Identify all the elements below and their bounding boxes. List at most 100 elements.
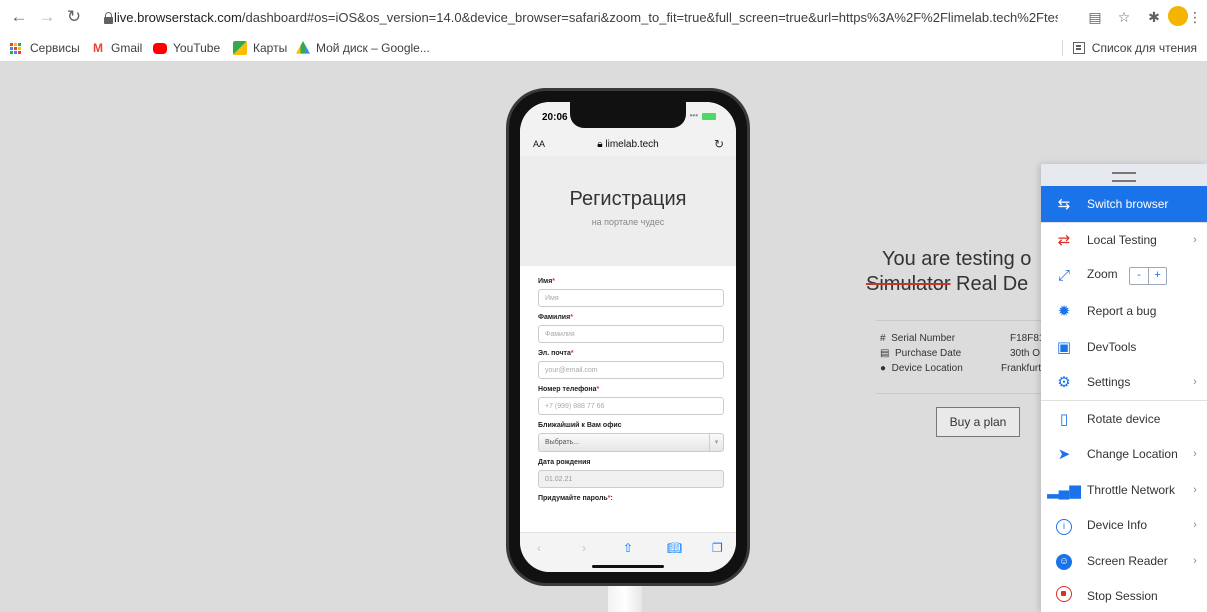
menu-kebab-icon[interactable]: ⋮ [1186,8,1204,26]
buy-plan-button[interactable]: Buy a plan [936,407,1020,437]
panel-drag-handle[interactable] [1041,164,1207,186]
menu-device-info[interactable]: i Device Info › [1041,508,1207,544]
bookmarks-divider [1061,40,1063,56]
info-icon: i [1056,518,1072,535]
bookmark-label: Мой диск – Google... [316,41,430,55]
testing-heading: You are testing o [882,248,1032,270]
field-last-name: Фамилия* Фамилия [538,314,724,343]
menu-stop-session[interactable]: Stop Session [1041,579,1207,612]
location-arrow-icon: ➤ [1057,446,1071,464]
chevron-right-icon: › [1193,234,1197,247]
device-screen[interactable]: 20:06 ••• AA 🔒︎ limelab.tech ↻ Регистрац… [520,102,736,572]
menu-label: Throttle Network [1087,482,1176,497]
office-select[interactable]: Выбрать... ▾ [538,433,724,452]
last-name-input[interactable]: Фамилия [538,325,724,343]
bookmark-drive[interactable]: Мой диск – Google... [296,40,430,56]
apps-grid-icon [10,41,24,55]
safari-reload-icon[interactable]: ↻ [714,137,724,151]
menu-label: Change Location [1087,447,1178,462]
simulator-strike: Simulator [866,273,951,295]
bookmark-label: Gmail [111,41,143,55]
bookmarks-bar: Сервисы M Gmail YouTube Карты Мой диск –… [0,34,1207,62]
phone-input[interactable]: +7 (999) 888 77 66 [538,397,724,415]
chevron-down-icon: ▾ [709,434,723,451]
youtube-icon [153,42,167,54]
field-office: Ближайший к Вам офис Выбрать... ▾ [538,422,724,452]
menu-label: Device Info [1087,518,1148,533]
page-title: Регистрация [569,188,687,210]
bug-icon: ✹ [1057,303,1071,321]
url-host: live.browserstack.com [114,10,242,25]
drive-icon [296,41,310,54]
bookmark-youtube[interactable]: YouTube [153,40,220,56]
share-icon[interactable]: ⇧ [623,541,633,555]
email-input[interactable]: your@email.com [538,361,724,379]
location-pin-icon: ● [880,363,887,374]
profile-avatar[interactable] [1168,6,1188,26]
registration-hero: Регистрация на портале чудес [520,156,736,266]
bookmark-label: Сервисы [30,41,80,55]
menu-label: Switch browser [1087,196,1169,211]
extensions-icon[interactable]: ✱ [1145,8,1163,26]
bookmark-services[interactable]: Сервисы [10,40,80,56]
menu-label: Stop Session [1087,589,1158,604]
safari-url[interactable]: 🔒︎ limelab.tech [520,139,736,150]
menu-label: Settings [1087,375,1131,390]
info-divider-bottom [876,393,1046,394]
info-icon-wrap: i [1041,516,1087,535]
tabs-icon[interactable]: ❐ [712,541,723,555]
reload-icon[interactable]: ↻ [64,7,84,27]
menu-throttle-network[interactable]: ▂▄▆ Throttle Network › [1041,472,1207,508]
field-label: Имя* [538,278,556,285]
back-arrow-icon[interactable]: ← [9,7,29,27]
menu-report-bug[interactable]: ✹ Report a bug [1041,294,1207,330]
bookmark-star-icon[interactable]: ☆ [1115,8,1133,26]
device-notch [570,102,686,128]
reading-list[interactable]: Список для чтения [1061,40,1197,56]
chevron-right-icon: › [1193,554,1197,567]
menu-label: Rotate device [1087,411,1161,426]
battery-icon [702,113,716,120]
bookmark-maps[interactable]: Карты [233,40,287,56]
accessibility-icon-wrap: ☺ [1041,551,1087,571]
page-subtitle: на портале чудес [591,217,665,227]
calendar-icon: ▤ [880,348,890,359]
toolbar-panel: ⇆ Switch browser ⇄ Local Testing › ⤢ Zoo… [1041,164,1207,612]
info-value: 30th O [1010,348,1041,359]
birthdate-input[interactable]: 01.02.21 [538,470,724,488]
menu-settings[interactable]: ⚙ Settings › [1041,365,1207,401]
address-bar[interactable]: live.browserstack.com/dashboard#os=iOS&o… [96,5,1058,30]
testing-subheading: Simulator Real De [866,273,1028,296]
safari-back-icon[interactable]: ‹ [537,541,541,555]
menu-change-location[interactable]: ➤ Change Location › [1041,437,1207,473]
info-divider-top [876,320,1046,321]
chevron-right-icon: › [1193,376,1197,389]
gmail-icon: M [91,41,105,55]
translate-icon[interactable]: ▤ [1086,8,1104,26]
first-name-input[interactable]: Имя [538,289,724,307]
info-label: Purchase Date [895,348,962,359]
menu-screen-reader[interactable]: ☺ Screen Reader › [1041,543,1207,579]
menu-label: Zoom - + [1087,266,1207,285]
field-birthdate: Дата рождения 01.02.21 [538,459,724,488]
menu-local-testing[interactable]: ⇄ Local Testing › [1041,223,1207,259]
field-phone: Номер телефона* +7 (999) 888 77 66 [538,386,724,415]
registration-form: Имя* Имя Фамилия* Фамилия Эл. почта* you… [538,278,724,509]
menu-switch-browser[interactable]: ⇆ Switch browser [1041,186,1207,222]
forward-arrow-icon[interactable]: → [37,7,57,27]
status-time: 20:06 [542,112,568,123]
menu-label: DevTools [1087,339,1137,354]
field-label: Номер телефона* [538,386,600,393]
zoom-in-button[interactable]: + [1148,267,1166,284]
safari-forward-icon[interactable]: › [582,541,586,555]
menu-devtools[interactable]: ▣ DevTools [1041,329,1207,365]
bookmark-gmail[interactable]: M Gmail [91,40,142,56]
bookmark-label: YouTube [173,41,221,55]
zoom-out-button[interactable]: - [1130,268,1148,284]
bookmarks-book-icon[interactable]: 📖︎ [667,541,682,555]
info-value: F18F81 [1010,333,1045,344]
safari-host: limelab.tech [605,139,659,150]
field-password: Придумайте пароль*: [538,495,724,502]
safari-address-bar[interactable]: AA 🔒︎ limelab.tech ↻ [520,132,736,156]
menu-rotate-device[interactable]: ▯ Rotate device [1041,401,1207,437]
